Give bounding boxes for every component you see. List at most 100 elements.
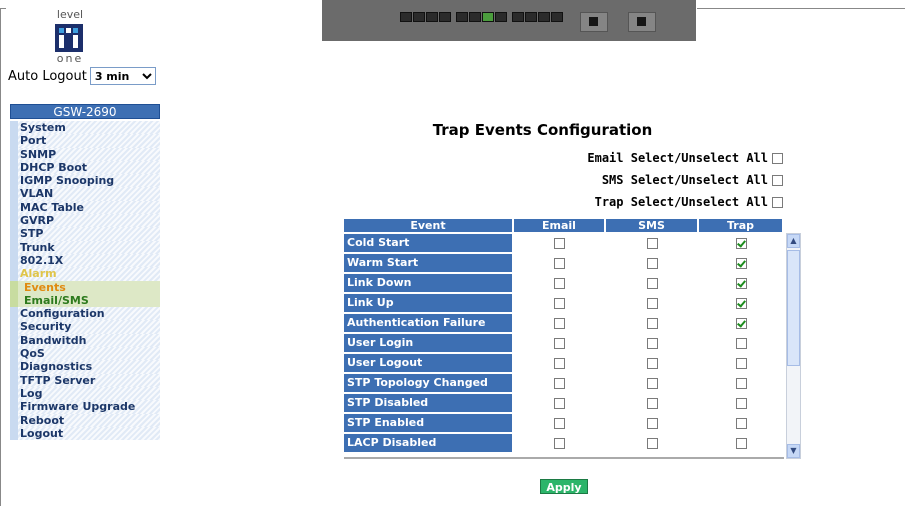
sfp-port-icon bbox=[628, 12, 656, 32]
event-name: STP Disabled bbox=[344, 394, 512, 412]
table-row: User Login bbox=[344, 333, 784, 353]
menu-item-firmware-upgrade[interactable]: Firmware Upgrade bbox=[10, 400, 160, 414]
menu-item-trunk[interactable]: Trunk bbox=[10, 240, 160, 254]
sms-checkbox[interactable] bbox=[647, 317, 658, 329]
trap-checkbox[interactable] bbox=[736, 437, 747, 449]
menu-item-qos[interactable]: QoS bbox=[10, 347, 160, 361]
apply-button[interactable]: Apply bbox=[540, 479, 588, 494]
email-checkbox[interactable] bbox=[553, 297, 565, 309]
trap-checkbox[interactable] bbox=[736, 417, 747, 429]
sms-checkbox[interactable] bbox=[647, 337, 658, 349]
menu-item-configuration[interactable]: Configuration bbox=[10, 307, 160, 321]
sms-select-all-label: SMS Select/Unselect All bbox=[601, 173, 768, 187]
scroll-thumb[interactable] bbox=[787, 250, 800, 366]
events-table-header: Event Email SMS Trap bbox=[344, 219, 784, 232]
trap-checkbox[interactable] bbox=[736, 337, 747, 349]
email-checkbox[interactable] bbox=[553, 397, 565, 409]
menu-item-alarm[interactable]: Alarm bbox=[10, 267, 160, 281]
sms-select-all-checkbox[interactable] bbox=[772, 174, 783, 186]
port-icon bbox=[439, 12, 451, 22]
event-name: Link Down bbox=[344, 274, 512, 292]
sms-checkbox[interactable] bbox=[647, 417, 658, 429]
email-checkbox[interactable] bbox=[553, 377, 565, 389]
menu-item-reboot[interactable]: Reboot bbox=[10, 413, 160, 427]
sfp-port-icon bbox=[580, 12, 608, 32]
port-icon bbox=[413, 12, 425, 22]
sms-checkbox[interactable] bbox=[647, 277, 658, 289]
email-checkbox[interactable] bbox=[553, 337, 565, 349]
menu-item-email-sms[interactable]: Email/SMS bbox=[10, 293, 160, 308]
table-row: Link Down bbox=[344, 273, 784, 293]
trap-checkbox[interactable] bbox=[736, 357, 747, 369]
table-row: Link Up bbox=[344, 293, 784, 313]
sms-checkbox[interactable] bbox=[647, 237, 658, 249]
menu-item-mac-table[interactable]: MAC Table bbox=[10, 200, 160, 215]
email-checkbox[interactable] bbox=[553, 257, 565, 269]
logo-bottom-text: one bbox=[56, 52, 84, 65]
menu-item-tftp-server[interactable]: TFTP Server bbox=[10, 373, 160, 387]
page-title: Trap Events Configuration bbox=[432, 121, 653, 139]
email-checkbox[interactable] bbox=[553, 317, 565, 329]
menu-item-8021x[interactable]: 802.1X bbox=[10, 253, 160, 268]
menu-item-dhcp-boot[interactable]: DHCP Boot bbox=[10, 160, 160, 175]
event-name: STP Topology Changed bbox=[344, 374, 512, 392]
table-row: STP Topology Changed bbox=[344, 373, 784, 393]
trap-checkbox[interactable] bbox=[736, 317, 747, 329]
menu-item-system[interactable]: System bbox=[10, 121, 160, 135]
table-row: Cold Start bbox=[344, 233, 784, 253]
menu-item-diagnostics[interactable]: Diagnostics bbox=[10, 360, 160, 374]
trap-checkbox[interactable] bbox=[736, 237, 747, 249]
menu-item-log[interactable]: Log bbox=[10, 386, 160, 401]
trap-checkbox[interactable] bbox=[736, 297, 747, 309]
menu-item-security[interactable]: Security bbox=[10, 320, 160, 334]
levelone-logo: level one bbox=[40, 8, 100, 66]
menu-item-igmp-snooping[interactable]: IGMP Snooping bbox=[10, 174, 160, 188]
sms-checkbox[interactable] bbox=[647, 437, 658, 449]
sms-checkbox[interactable] bbox=[647, 397, 658, 409]
column-header-event: Event bbox=[344, 219, 514, 232]
auto-logout-select[interactable]: 3 min bbox=[89, 67, 156, 85]
table-row: STP Enabled bbox=[344, 413, 784, 433]
email-checkbox[interactable] bbox=[553, 437, 565, 449]
menu-item-gvrp[interactable]: GVRP bbox=[10, 214, 160, 228]
menu-item-port[interactable]: Port bbox=[10, 134, 160, 148]
port-icon bbox=[551, 12, 563, 22]
event-name: Link Up bbox=[344, 294, 512, 312]
sms-checkbox[interactable] bbox=[647, 297, 658, 309]
scroll-down-icon[interactable]: ▼ bbox=[787, 444, 800, 458]
sms-checkbox[interactable] bbox=[647, 377, 658, 389]
table-row: User Logout bbox=[344, 353, 784, 373]
menu-item-stp[interactable]: STP bbox=[10, 227, 160, 241]
trap-select-all-checkbox[interactable] bbox=[772, 196, 783, 208]
trap-checkbox[interactable] bbox=[736, 377, 747, 389]
menu-item-logout[interactable]: Logout bbox=[10, 426, 160, 441]
email-checkbox[interactable] bbox=[553, 237, 565, 249]
menu-item-bandwidth[interactable]: Bandwitdh bbox=[10, 333, 160, 348]
table-row: Warm Start bbox=[344, 253, 784, 273]
email-select-all-checkbox[interactable] bbox=[772, 152, 783, 164]
trap-checkbox[interactable] bbox=[736, 257, 747, 269]
trap-checkbox[interactable] bbox=[736, 397, 747, 409]
menu-item-events[interactable]: Events bbox=[10, 280, 160, 294]
scroll-up-icon[interactable]: ▲ bbox=[787, 234, 800, 248]
table-row: LACP Disabled bbox=[344, 433, 784, 453]
logo-mark-icon bbox=[55, 24, 83, 52]
port-icon bbox=[482, 12, 494, 22]
table-row: Authentication Failure bbox=[344, 313, 784, 333]
trap-checkbox[interactable] bbox=[736, 277, 747, 289]
column-header-sms: SMS bbox=[606, 219, 699, 232]
port-icon bbox=[495, 12, 507, 22]
email-checkbox[interactable] bbox=[553, 357, 565, 369]
menu-item-vlan[interactable]: VLAN bbox=[10, 187, 160, 201]
sms-checkbox[interactable] bbox=[647, 357, 658, 369]
event-name: Authentication Failure bbox=[344, 314, 512, 332]
event-name: STP Enabled bbox=[344, 414, 512, 432]
table-scrollbar[interactable]: ▲ ▼ bbox=[786, 233, 801, 459]
menu-item-snmp[interactable]: SNMP bbox=[10, 147, 160, 161]
email-checkbox[interactable] bbox=[553, 277, 565, 289]
auto-logout: Auto Logout 3 min bbox=[8, 67, 156, 85]
port-icon bbox=[426, 12, 438, 22]
sms-checkbox[interactable] bbox=[647, 257, 658, 269]
email-checkbox[interactable] bbox=[553, 417, 565, 429]
email-select-all-label: Email Select/Unselect All bbox=[587, 151, 768, 165]
